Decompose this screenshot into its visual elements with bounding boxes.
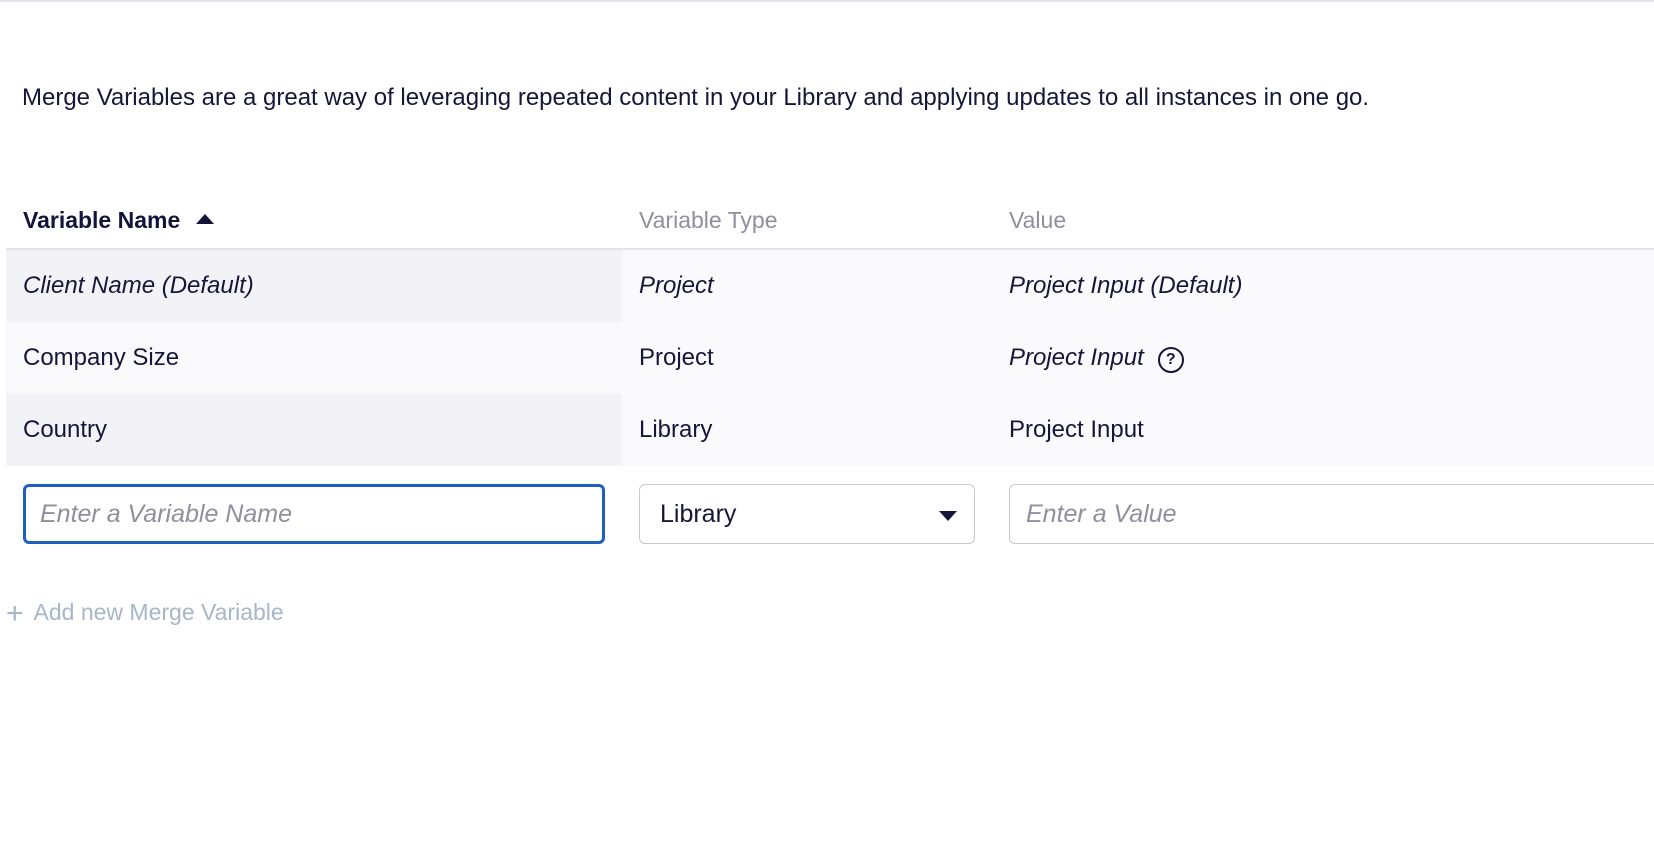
variable-name-cell: Country	[23, 416, 108, 443]
table-header: Variable Name Variable Type Value	[6, 190, 1654, 250]
plus-icon: +	[6, 597, 24, 630]
variable-value-cell: Project Input	[1009, 416, 1144, 443]
table-row[interactable]: Company Size Project Project Input?	[6, 322, 1654, 394]
table-row[interactable]: Client Name (Default) Project Project In…	[6, 250, 1654, 322]
page-description: Merge Variables are a great way of lever…	[22, 84, 1370, 111]
merge-variables-page: Merge Variables are a great way of lever…	[0, 0, 1654, 856]
variable-type-cell: Project	[639, 344, 714, 371]
variable-value-cell: Project Input (Default)	[1009, 272, 1243, 299]
sort-ascending-icon[interactable]	[196, 214, 215, 224]
top-divider	[0, 0, 1654, 2]
variable-name-cell: Client Name (Default)	[23, 272, 254, 299]
table-row[interactable]: Country Library Project Input	[6, 394, 1654, 466]
variable-type-cell: Project	[639, 272, 714, 299]
help-circle-icon[interactable]: ?	[1157, 347, 1184, 373]
column-header-value[interactable]: Value	[1009, 206, 1066, 234]
new-variable-row: Library	[6, 466, 1654, 562]
variable-type-selected-value: Library	[660, 500, 737, 528]
column-header-variable-type[interactable]: Variable Type	[639, 206, 778, 234]
merge-variables-table: Variable Name Variable Type Value Client…	[6, 190, 1654, 562]
variable-type-select[interactable]: Library	[639, 484, 975, 544]
column-header-variable-name[interactable]: Variable Name	[23, 206, 215, 234]
add-merge-variable-label: Add new Merge Variable	[33, 599, 284, 625]
column-header-label: Variable Name	[23, 207, 181, 233]
chevron-down-icon	[939, 511, 957, 521]
variable-value-cell: Project Input?	[1009, 344, 1184, 373]
variable-value-input[interactable]	[1009, 484, 1654, 544]
variable-name-cell: Company Size	[23, 344, 180, 371]
variable-value-text: Project Input	[1009, 344, 1144, 371]
add-merge-variable-button[interactable]: + Add new Merge Variable	[6, 597, 284, 630]
variable-name-input[interactable]	[23, 484, 605, 544]
variable-type-cell: Library	[639, 416, 713, 443]
